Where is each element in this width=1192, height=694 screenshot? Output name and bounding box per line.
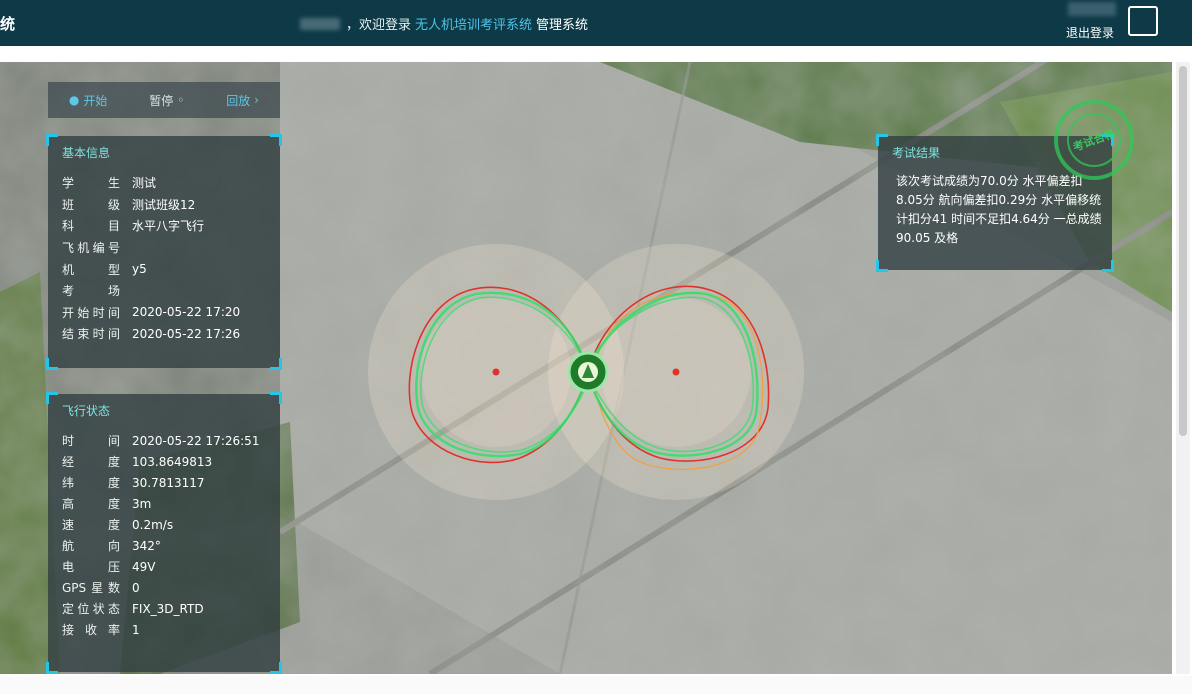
status-row: 电压 49V bbox=[62, 559, 156, 575]
status-row: 纬度 30.7813117 bbox=[62, 475, 205, 491]
status-row: 航向 342° bbox=[62, 538, 161, 554]
play-icon: ● bbox=[68, 93, 80, 107]
bottom-bar bbox=[0, 676, 1192, 694]
info-row: 飞机编号 bbox=[62, 241, 120, 256]
welcome-text: ，欢迎登录 bbox=[346, 18, 412, 33]
status-panel-title: 飞行状态 bbox=[62, 404, 111, 418]
fullscreen-button[interactable] bbox=[1128, 6, 1158, 36]
play-button[interactable]: ● 开始 bbox=[69, 92, 108, 109]
status-row: 定位状态 FIX_3D_RTD bbox=[62, 601, 204, 617]
right-center-point bbox=[672, 368, 680, 376]
info-row: 开始时间 2020-05-22 17:20 bbox=[62, 305, 241, 320]
info-row: 机型 y5 bbox=[62, 262, 147, 277]
scrollbar-thumb[interactable] bbox=[1179, 66, 1187, 436]
system-name[interactable]: 无人机培训考评系统 bbox=[415, 14, 532, 33]
status-row: 速度 0.2m/s bbox=[62, 517, 174, 533]
pause-button[interactable]: 暂停 ◦ bbox=[149, 92, 184, 109]
left-center-point bbox=[492, 368, 500, 376]
figure-eight-track bbox=[368, 244, 804, 500]
info-row: 结束时间 2020-05-22 17:26 bbox=[62, 326, 241, 342]
status-row: 经度 103.8649813 bbox=[62, 454, 213, 470]
aerial-map[interactable]: ● 开始 暂停 ◦ 回放 › 基本信息 学生 测试 班级 测试班级12 科目 水平八字… bbox=[0, 62, 1172, 674]
info-row: 考场 bbox=[62, 284, 120, 299]
status-row: 高度 3m bbox=[62, 496, 152, 512]
info-row: 学生 测试 bbox=[62, 176, 157, 191]
app-brand: 统 bbox=[0, 15, 16, 33]
info-panel-title: 基本信息 bbox=[62, 146, 111, 160]
flight-status-panel: 飞行状态 时间 2020-05-22 17:26:51 经度 103.8649813… bbox=[46, 392, 282, 674]
pause-label: 暂停 bbox=[149, 93, 174, 108]
page-scrollbar[interactable] bbox=[1176, 62, 1190, 674]
info-panel: 基本信息 学生 测试 班级 测试班级12 科目 水平八字飞行 飞机编号 机型 y5 考场… bbox=[46, 134, 282, 370]
status-row: 时间 2020-05-22 17:26:51 bbox=[62, 433, 260, 449]
chevron-right-icon: › bbox=[254, 93, 260, 107]
result-text: 该次考试成绩为70.0分 水平偏差扣8.05分 航向偏差扣0.29分 水平偏移统… bbox=[896, 174, 1102, 245]
username-blurred bbox=[300, 17, 340, 30]
play-label: 开始 bbox=[83, 93, 108, 108]
status-row: GPS星数 0 bbox=[62, 580, 140, 596]
logout-link[interactable]: 退出登录 bbox=[1066, 24, 1114, 41]
system-suffix: 管理系统 bbox=[536, 18, 589, 33]
top-header: 统 ，欢迎登录 无人机培训考评系统 管理系统 退出登录 bbox=[0, 0, 1192, 46]
pause-icon: ◦ bbox=[177, 93, 185, 107]
info-row: 科目 水平八字飞行 bbox=[62, 219, 205, 234]
pass-stamp: 考试合格 bbox=[1054, 100, 1134, 180]
status-row: 接收率 1 bbox=[62, 622, 140, 638]
playback-toolbar: ● 开始 暂停 ◦ 回放 › bbox=[48, 82, 280, 118]
info-row: 班级 测试班级12 bbox=[62, 197, 196, 212]
welcome-bar: ，欢迎登录 无人机培训考评系统 管理系统 bbox=[300, 14, 588, 33]
replay-label: 回放 bbox=[226, 93, 251, 108]
replay-button[interactable]: 回放 › bbox=[226, 92, 259, 109]
user-avatar-blurred bbox=[1068, 2, 1116, 16]
result-panel-title: 考试结果 bbox=[892, 146, 941, 160]
